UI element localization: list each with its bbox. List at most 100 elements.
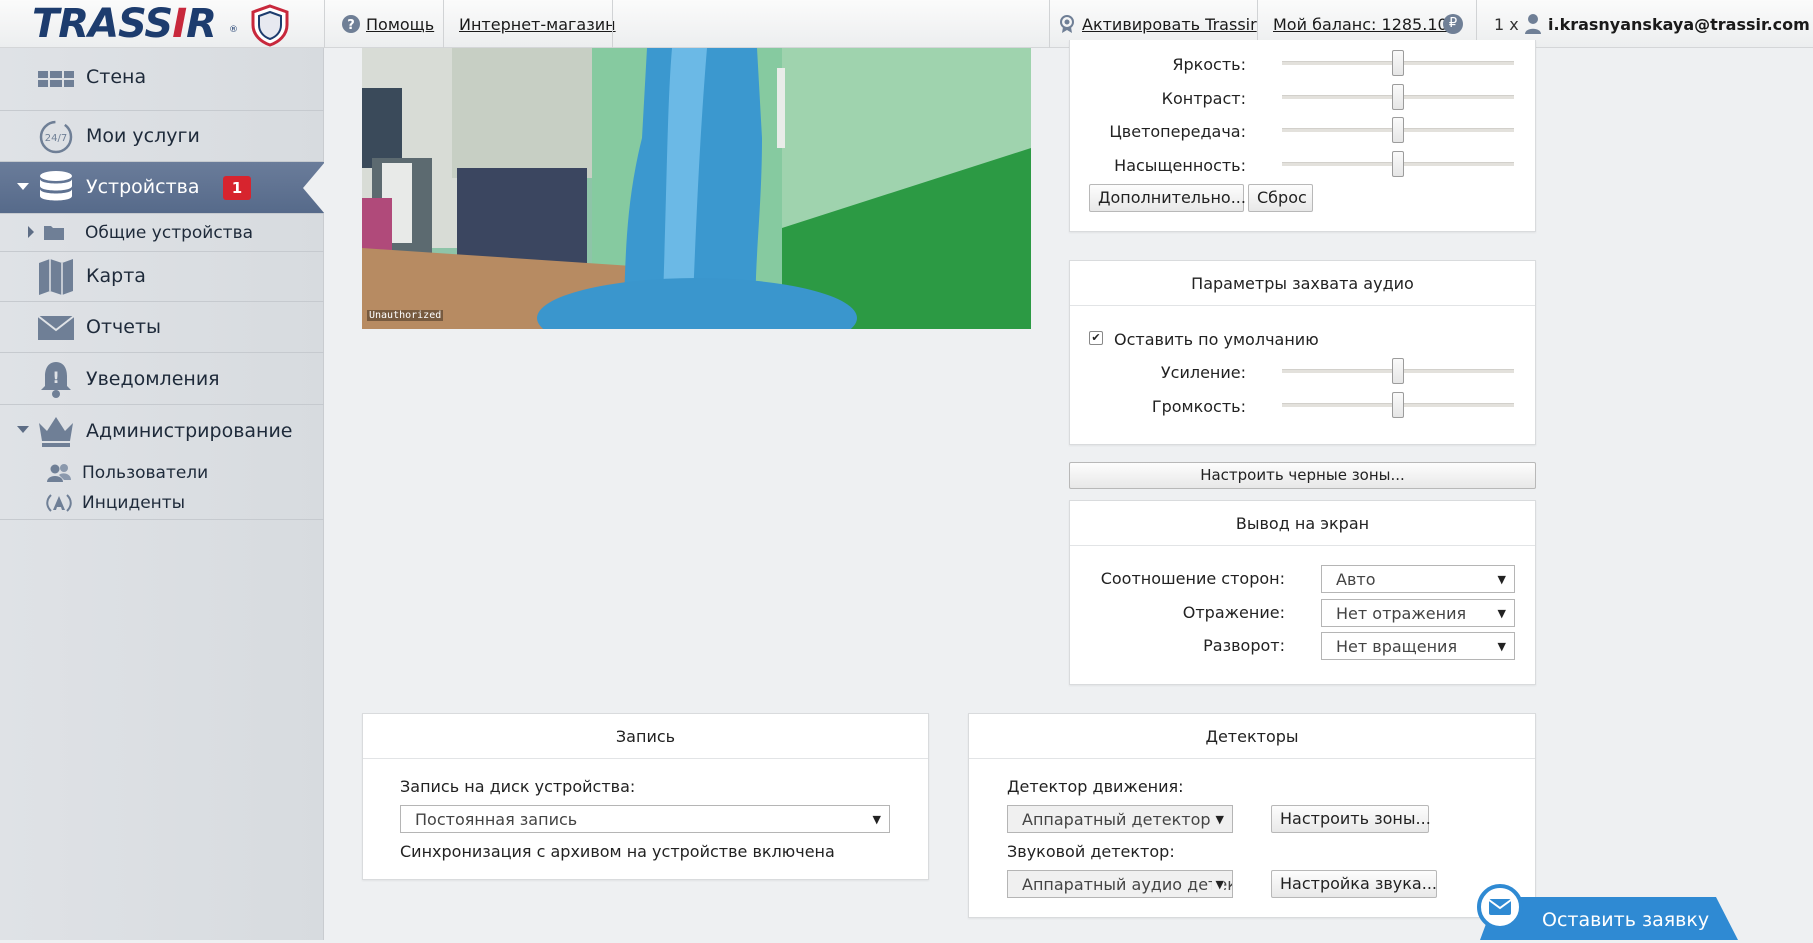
slider-thumb[interactable] <box>1392 50 1404 76</box>
shield-logo-icon <box>251 4 289 47</box>
cta-label: Оставить заявку <box>1542 909 1710 931</box>
crown-icon <box>39 417 73 447</box>
divider <box>1049 0 1050 48</box>
select-value: Аппаратный аудио детектор <box>1022 875 1232 894</box>
select-value: Нет вращения <box>1336 637 1458 656</box>
select-value: Постоянная запись <box>415 810 578 829</box>
contrast-slider[interactable] <box>1282 83 1514 111</box>
sidebar-item-incidents[interactable]: Инциденты <box>0 489 324 519</box>
devices-count-badge: 1 <box>223 176 251 200</box>
svg-text:?: ? <box>347 18 355 33</box>
dropdown-arrow-icon: ▼ <box>1497 640 1506 653</box>
saturation-slider[interactable] <box>1282 150 1514 178</box>
panel-header: Детекторы <box>969 714 1535 759</box>
user-email[interactable]: i.krasnyanskaya@trassir.com <box>1548 0 1810 48</box>
motion-detector-select[interactable]: Аппаратный детектор ▼ <box>1007 805 1233 833</box>
slider-thumb[interactable] <box>1392 117 1404 143</box>
mirror-select[interactable]: Нет отражения ▼ <box>1321 599 1515 627</box>
sidebar-item-label: Отчеты <box>86 316 162 338</box>
svg-text:24/7: 24/7 <box>45 133 67 144</box>
rotate-select[interactable]: Нет вращения ▼ <box>1321 632 1515 660</box>
divider <box>324 0 325 48</box>
recording-panel: Запись Запись на диск устройства: Постоя… <box>362 713 929 880</box>
display-output-title: Вывод на экран <box>1235 514 1370 533</box>
database-icon <box>40 171 72 201</box>
panel-header: Параметры захвата аудио <box>1070 261 1535 306</box>
sidebar-subitem-label: Пользователи <box>82 463 209 483</box>
audio-capture-panel: Параметры захвата аудио ✔ Оставить по ум… <box>1069 260 1536 445</box>
svg-text:!: ! <box>52 368 59 387</box>
color-slider[interactable] <box>1282 116 1514 144</box>
activate-icon[interactable] <box>1057 14 1077 34</box>
checkmark-icon: ✔ <box>1091 331 1101 344</box>
default-checkbox-label: Оставить по умолчанию <box>1114 330 1319 349</box>
gain-label: Усиление: <box>1160 363 1246 382</box>
user-icon <box>1525 14 1541 34</box>
services-24-7-icon: 24/7 <box>39 120 73 154</box>
sidebar-item-administration[interactable]: Администрирование Пользователи Инциденты <box>0 405 324 520</box>
sidebar-item-label: Администрирование <box>86 420 293 442</box>
slider-thumb[interactable] <box>1392 392 1404 418</box>
sidebar-item-map[interactable]: Карта <box>0 252 324 302</box>
cta-circle <box>1477 884 1523 930</box>
sound-settings-button[interactable]: Настройка звука... <box>1271 870 1437 898</box>
users-icon <box>47 464 71 482</box>
divider <box>443 0 444 48</box>
aspect-ratio-label: Соотношение сторон: <box>1100 569 1285 588</box>
detectors-title: Детекторы <box>1205 727 1299 746</box>
sidebar-item-reports[interactable]: Отчеты <box>0 302 324 353</box>
shop-link[interactable]: Интернет-магазин <box>459 0 616 48</box>
contrast-label: Контраст: <box>1161 89 1246 108</box>
expand-arrow-icon[interactable] <box>28 226 34 238</box>
slider-thumb[interactable] <box>1392 151 1404 177</box>
dropdown-arrow-icon: ▼ <box>1497 573 1506 586</box>
sidebar-item-services[interactable]: 24/7 Мои услуги <box>0 111 324 162</box>
reset-button[interactable]: Сброс <box>1248 184 1313 212</box>
map-icon <box>39 259 73 295</box>
default-checkbox[interactable]: ✔ <box>1089 331 1103 345</box>
audio-capture-title: Параметры захвата аудио <box>1191 274 1414 293</box>
more-settings-button[interactable]: Дополнительно... <box>1089 184 1246 212</box>
sidebar-subitem-label: Инциденты <box>82 493 186 513</box>
panel-header: Вывод на экран <box>1070 501 1535 546</box>
gain-slider[interactable] <box>1282 357 1514 385</box>
configure-zones-button[interactable]: Настроить зоны... <box>1271 805 1431 833</box>
sidebar-item-devices[interactable]: Устройства 1 <box>0 162 325 214</box>
brightness-slider[interactable] <box>1282 49 1514 77</box>
help-icon[interactable]: ? <box>341 14 361 34</box>
sidebar-item-shared-devices[interactable]: Общие устройства <box>0 214 324 252</box>
sidebar-item-label: Карта <box>86 265 146 287</box>
sync-status-text: Синхронизация с архивом на устройстве вк… <box>400 842 835 861</box>
disk-recording-select[interactable]: Постоянная запись ▼ <box>400 805 890 833</box>
slider-thumb[interactable] <box>1392 84 1404 110</box>
volume-slider[interactable] <box>1282 391 1514 419</box>
slider-thumb[interactable] <box>1392 358 1404 384</box>
sidebar-item-label: Уведомления <box>86 368 220 390</box>
expand-arrow-icon[interactable] <box>17 426 29 433</box>
rotate-label: Разворот: <box>1203 636 1285 655</box>
configure-black-zones-button[interactable]: Настроить черные зоны... <box>1069 462 1536 489</box>
help-link[interactable]: Помощь <box>366 0 434 48</box>
wall-icon <box>38 71 74 87</box>
select-value: Авто <box>1336 570 1376 589</box>
sound-detector-select[interactable]: Аппаратный аудио детектор▼ <box>1007 870 1233 898</box>
camera-frame-image <box>362 48 1031 329</box>
trassir-logo[interactable]: TRASSIR ® <box>0 0 324 48</box>
expand-arrow-icon[interactable] <box>17 183 29 190</box>
envelope-icon <box>37 315 75 340</box>
mail-icon <box>1488 899 1512 915</box>
sidebar-item-label: Устройства <box>86 176 200 198</box>
aspect-ratio-select[interactable]: Авто ▼ <box>1321 565 1515 593</box>
top-bar: TRASSIR ® ? Помощь Интернет-магазин Акти… <box>0 0 1813 48</box>
sidebar-item-users[interactable]: Пользователи <box>0 459 324 489</box>
dropdown-arrow-icon: ▼ <box>1211 806 1224 832</box>
sidebar-item-notifications[interactable]: ! Уведомления <box>0 353 324 405</box>
camera-video-preview[interactable]: Unauthorized <box>362 48 1031 329</box>
sidebar-item-label: Мои услуги <box>86 125 200 147</box>
bell-icon: ! <box>41 362 71 398</box>
registered-mark: ® <box>229 25 238 35</box>
dropdown-arrow-icon: ▼ <box>1497 607 1506 620</box>
panel-header: Запись <box>363 714 928 759</box>
leave-request-button[interactable]: Оставить заявку <box>1470 884 1738 940</box>
sidebar-item-wall[interactable]: Стена <box>0 48 324 111</box>
